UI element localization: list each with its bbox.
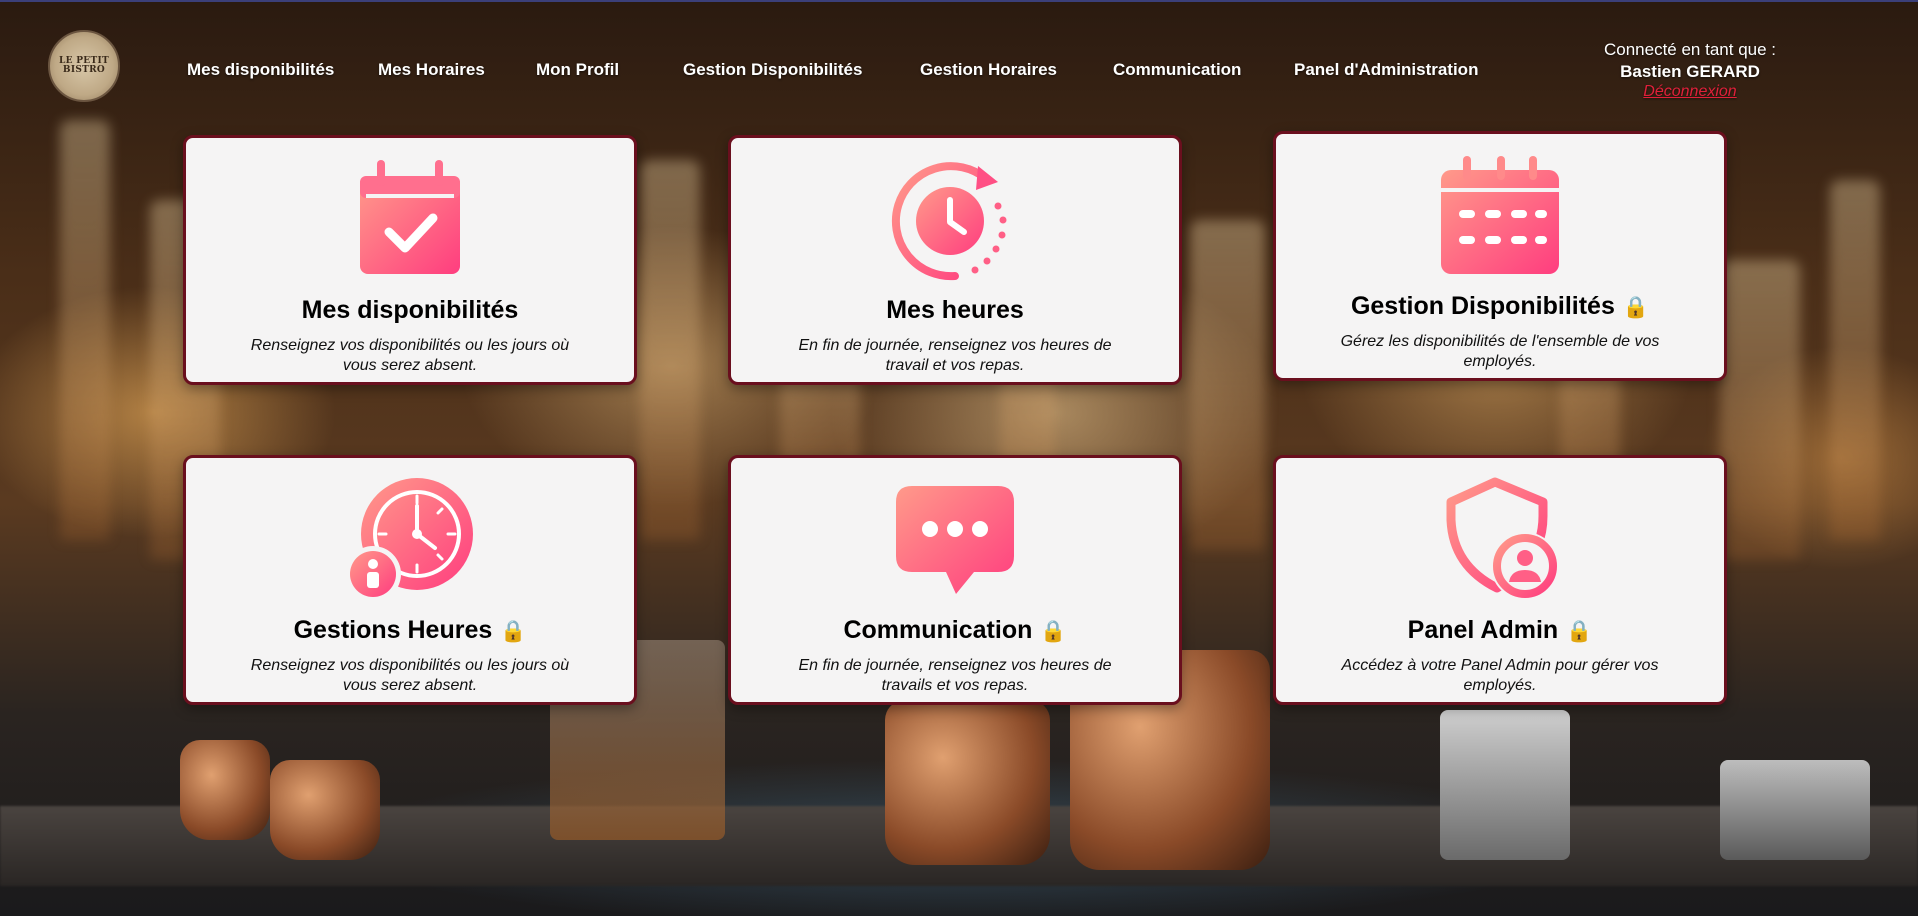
card-gestion-disponibilites[interactable]: Gestion Disponibilités 🔒 Gérez les dispon… <box>1273 131 1727 381</box>
card-description: Gérez les disponibilités de l'ensemble d… <box>1340 333 1660 370</box>
nav-item-gestion-disponibilites[interactable]: Gestion Disponibilités <box>683 60 862 80</box>
card-description: Renseignez vos disponibilités ou les jou… <box>250 337 570 374</box>
card-title: Mes disponibilités <box>301 296 519 324</box>
card-description: En fin de journée, renseignez vos heures… <box>798 657 1112 694</box>
lock-icon: 🔒 <box>1040 620 1067 643</box>
logout-link[interactable]: Déconnexion <box>1643 83 1736 101</box>
card-title: Panel Admin 🔒 <box>1407 616 1593 644</box>
nav-item-gestion-horaires[interactable]: Gestion Horaires <box>920 60 1057 80</box>
card-title: Mes heures <box>886 296 1024 324</box>
card-description: Renseignez vos disponibilités ou les jou… <box>250 657 570 694</box>
card-gestions-heures[interactable]: Gestions Heures 🔒 Renseignez vos disponib… <box>183 455 637 705</box>
user-name: Bastien GERARD <box>1620 62 1760 81</box>
card-title: Communication 🔒 <box>843 616 1067 644</box>
clock-user-icon <box>345 478 473 602</box>
card-title: Gestions Heures 🔒 <box>293 616 527 644</box>
user-info: Connecté en tant que : Bastien GERARD Dé… <box>1580 40 1800 101</box>
nav-item-mes-disponibilites[interactable]: Mes disponibilités <box>187 60 334 80</box>
nav-item-mon-profil[interactable]: Mon Profil <box>536 60 619 80</box>
card-title: Gestion Disponibilités 🔒 <box>1350 292 1650 320</box>
lock-icon: 🔒 <box>1566 620 1593 643</box>
calendar-check-icon <box>360 160 460 274</box>
shield-user-icon <box>1446 477 1559 600</box>
calendar-grid-icon <box>1441 156 1559 274</box>
lock-icon: 🔒 <box>500 620 527 643</box>
card-description: Accédez à votre Panel Admin pour gérer v… <box>1341 657 1659 694</box>
nav-item-communication[interactable]: Communication <box>1113 60 1241 80</box>
card-mes-disponibilites[interactable]: Mes disponibilités Renseignez vos dispon… <box>183 135 637 385</box>
logo-text: LE PETIT BISTRO <box>59 56 109 75</box>
card-mes-heures[interactable]: Mes heures En fin de journée, renseignez… <box>728 135 1182 385</box>
card-communication[interactable]: Communication 🔒 En fin de journée, rensei… <box>728 455 1182 705</box>
chat-bubble-icon <box>896 486 1014 594</box>
clock-history-icon <box>891 162 1007 281</box>
lock-icon: 🔒 <box>1622 296 1650 319</box>
top-navigation-bar: LE PETIT BISTRO Mes disponibilités Mes H… <box>0 0 1918 120</box>
connected-as-label: Connecté en tant que : <box>1603 40 1777 59</box>
nav-item-mes-horaires[interactable]: Mes Horaires <box>378 60 485 80</box>
card-description: En fin de journée, renseignez vos heures… <box>798 337 1112 374</box>
bistro-logo[interactable]: LE PETIT BISTRO <box>48 30 120 102</box>
nav-item-panel-administration[interactable]: Panel d'Administration <box>1294 60 1478 80</box>
card-panel-admin[interactable]: Panel Admin 🔒 Accédez à votre Panel Admin… <box>1273 455 1727 705</box>
